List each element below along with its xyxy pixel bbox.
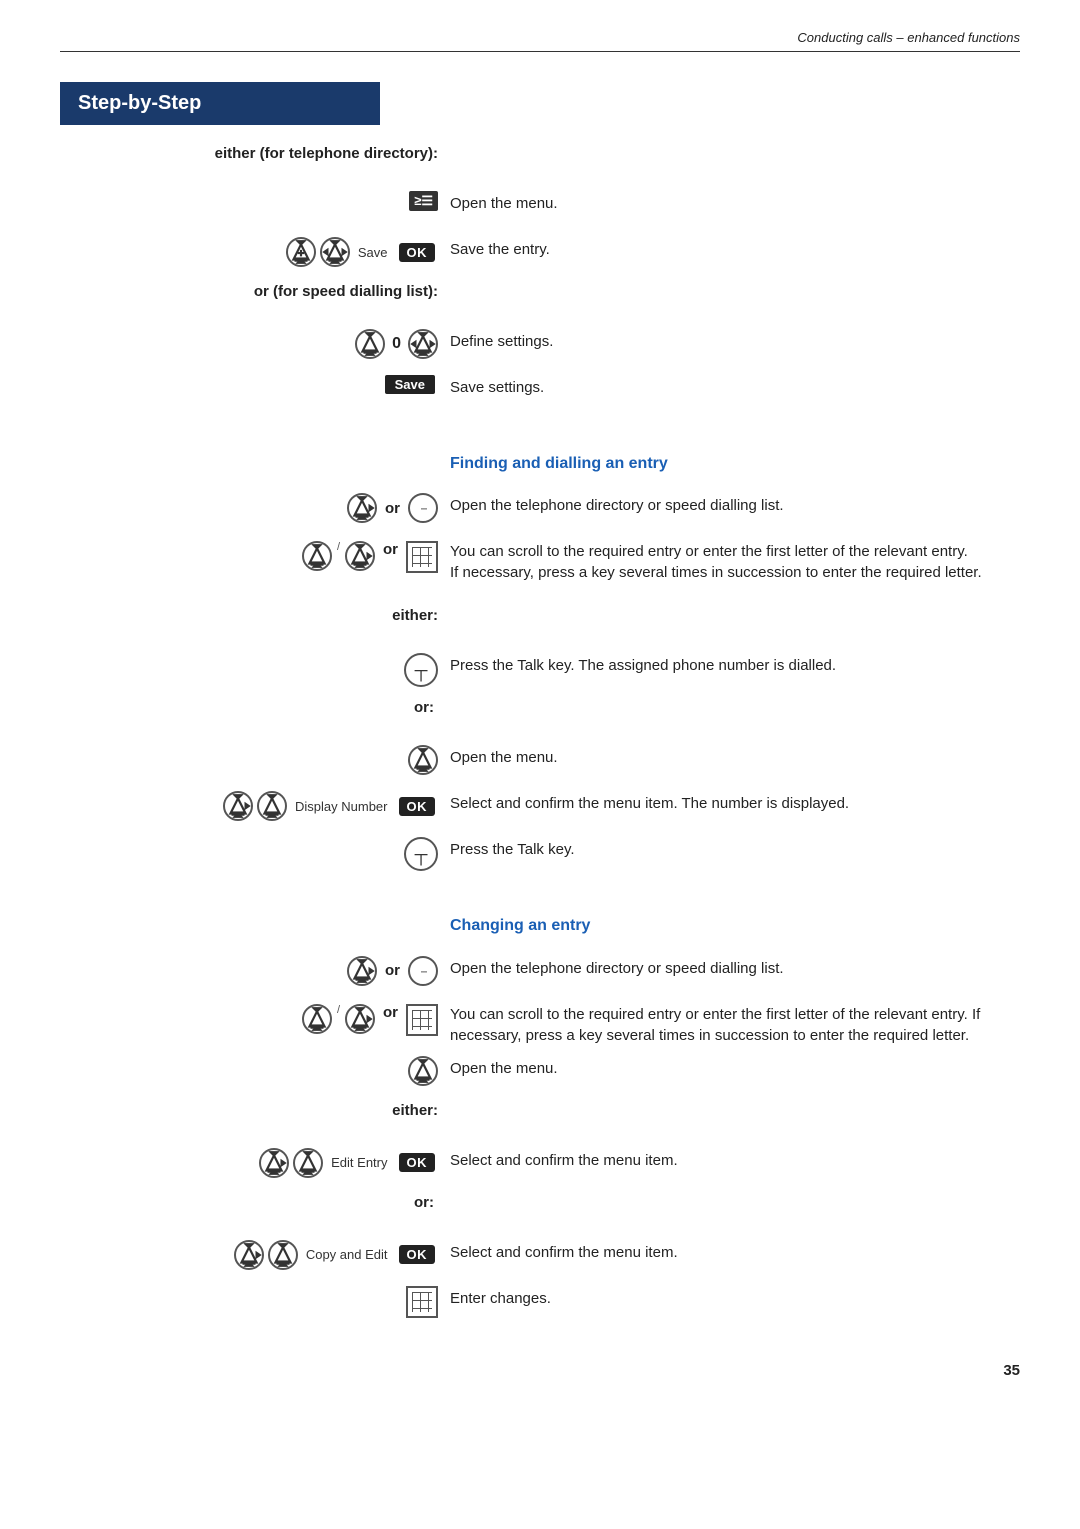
or-label-find-1: or bbox=[385, 500, 400, 517]
nav-btn-dn-2 bbox=[257, 791, 287, 821]
save-entry-text: Save the entry. bbox=[450, 237, 1020, 260]
nav-btn-scroll-1 bbox=[302, 541, 332, 571]
or-speed-label: or (for speed dialling list): bbox=[60, 283, 450, 300]
row-talk-key-1: ┬ Press the Talk key. The assigned phone… bbox=[60, 653, 1020, 689]
enter-changes-text: Enter changes. bbox=[450, 1286, 1020, 1309]
kbd-grid-1 bbox=[406, 541, 438, 573]
row-open-tel-2: or ··· Open the telephone directory or s… bbox=[60, 956, 1020, 992]
or-label-chg-1: or bbox=[385, 962, 400, 979]
nav-btn-otd-1 bbox=[347, 493, 377, 523]
nav-btn-scroll2-2 bbox=[345, 1004, 375, 1034]
dots-icon-2: ··· bbox=[408, 956, 438, 986]
row-open-menu-1: ≥☰ Open the menu. bbox=[60, 191, 1020, 227]
row-save-entry: Save OK Save the entry. bbox=[60, 237, 1020, 273]
nav-btn-ce-1 bbox=[234, 1240, 264, 1270]
copy-edit-label: Copy and Edit bbox=[306, 1247, 388, 1262]
either-label-1: either: bbox=[392, 607, 438, 624]
either-label-2: either: bbox=[392, 1102, 438, 1119]
either-tel-label: either (for telephone directory): bbox=[60, 145, 450, 162]
edit-entry-label: Edit Entry bbox=[331, 1155, 387, 1170]
nav-btn-ee-2 bbox=[293, 1148, 323, 1178]
zero-label: 0 bbox=[392, 335, 401, 353]
talk-key-text-2: Press the Talk key. bbox=[450, 837, 1020, 860]
nav-btn-save-2 bbox=[320, 237, 350, 267]
row-open-tel-1: or ··· Open the telephone directory or s… bbox=[60, 493, 1020, 529]
nav-btn-om2 bbox=[408, 745, 438, 775]
or-label-chg-2: or bbox=[383, 1004, 398, 1021]
copy-edit-text: Select and confirm the menu item. bbox=[450, 1240, 1020, 1263]
row-either-2: either: bbox=[60, 1102, 1020, 1138]
nav-btn-om3 bbox=[408, 1056, 438, 1086]
scroll-entry-text-2: You can scroll to the required entry or … bbox=[450, 1002, 1020, 1046]
talk-key-1: ┬ bbox=[404, 653, 438, 687]
header-title: Conducting calls – enhanced functions bbox=[797, 30, 1020, 45]
nav-btn-scroll-2 bbox=[345, 541, 375, 571]
or-2: or: bbox=[414, 1194, 434, 1211]
row-define-settings: 0 Define settings. bbox=[60, 329, 1020, 365]
row-scroll-entry-2: / or You can scroll to the required entr… bbox=[60, 1002, 1020, 1046]
kbd-grid-3 bbox=[406, 1286, 438, 1318]
nav-btn-ds-1 bbox=[355, 329, 385, 359]
save-settings-text: Save settings. bbox=[450, 375, 1020, 398]
nav-btn-otd2-1 bbox=[347, 956, 377, 986]
nav-btn-dn-1 bbox=[223, 791, 253, 821]
edit-entry-text: Select and confirm the menu item. bbox=[450, 1148, 1020, 1171]
row-edit-entry: Edit Entry OK Select and confirm the men… bbox=[60, 1148, 1020, 1184]
nav-btn-scroll2-1 bbox=[302, 1004, 332, 1034]
nav-btn-ds-2 bbox=[408, 329, 438, 359]
dots-icon-1: ··· bbox=[408, 493, 438, 523]
row-open-menu-2: Open the menu. bbox=[60, 745, 1020, 781]
row-talk-key-2: ┬ Press the Talk key. bbox=[60, 837, 1020, 873]
nav-btn-ee-1 bbox=[259, 1148, 289, 1178]
menu-icon-1: ≥☰ bbox=[409, 191, 438, 211]
ok-btn-ee: OK bbox=[399, 1153, 436, 1172]
section-either-tel: either (for telephone directory): bbox=[60, 145, 1020, 181]
open-menu-3-text: Open the menu. bbox=[450, 1056, 1020, 1079]
kbd-grid-2 bbox=[406, 1004, 438, 1036]
finding-heading-row: Finding and dialling an entry bbox=[60, 435, 1020, 483]
changing-heading: Changing an entry bbox=[450, 915, 1020, 937]
save-label: Save bbox=[358, 245, 388, 260]
display-number-label: Display Number bbox=[295, 799, 387, 814]
nav-btn-ce-2 bbox=[268, 1240, 298, 1270]
row-either-1: either: bbox=[60, 607, 1020, 643]
talk-key-text-1: Press the Talk key. The assigned phone n… bbox=[450, 653, 1020, 676]
open-tel-text-2: Open the telephone directory or speed di… bbox=[450, 956, 1020, 979]
or-1: or: bbox=[414, 699, 434, 716]
row-or-2: or: bbox=[60, 1194, 1020, 1230]
save-settings-btn: Save bbox=[385, 375, 435, 394]
nav-btn-save-1 bbox=[286, 237, 316, 267]
page-number: 35 bbox=[60, 1362, 1020, 1379]
open-tel-text-1: Open the telephone directory or speed di… bbox=[450, 493, 1020, 516]
row-copy-edit: Copy and Edit OK Select and confirm the … bbox=[60, 1240, 1020, 1276]
step-by-step-banner: Step-by-Step bbox=[60, 82, 380, 125]
row-enter-changes: Enter changes. bbox=[60, 1286, 1020, 1322]
row-or-1: or: bbox=[60, 699, 1020, 735]
ok-btn-ce: OK bbox=[399, 1245, 436, 1264]
scroll-entry-text: You can scroll to the required entry or … bbox=[450, 539, 1020, 583]
page-header: Conducting calls – enhanced functions bbox=[60, 30, 1020, 52]
define-settings-text: Define settings. bbox=[450, 329, 1020, 352]
section-or-speed: or (for speed dialling list): bbox=[60, 283, 1020, 319]
display-number-text: Select and confirm the menu item. The nu… bbox=[450, 791, 1020, 814]
finding-heading: Finding and dialling an entry bbox=[450, 453, 1020, 475]
open-menu-1-text: Open the menu. bbox=[450, 191, 1020, 214]
row-scroll-entry: / or You can scroll to the required entr… bbox=[60, 539, 1020, 583]
or-label-find-2: or bbox=[383, 541, 398, 558]
talk-key-2: ┬ bbox=[404, 837, 438, 871]
ok-btn-save: OK bbox=[399, 243, 436, 262]
changing-heading-row: Changing an entry bbox=[60, 897, 1020, 945]
row-open-menu-3: Open the menu. bbox=[60, 1056, 1020, 1092]
open-menu-2-text: Open the menu. bbox=[450, 745, 1020, 768]
row-save-settings: Save Save settings. bbox=[60, 375, 1020, 411]
row-display-number: Display Number OK Select and confirm the… bbox=[60, 791, 1020, 827]
ok-btn-dn: OK bbox=[399, 797, 436, 816]
